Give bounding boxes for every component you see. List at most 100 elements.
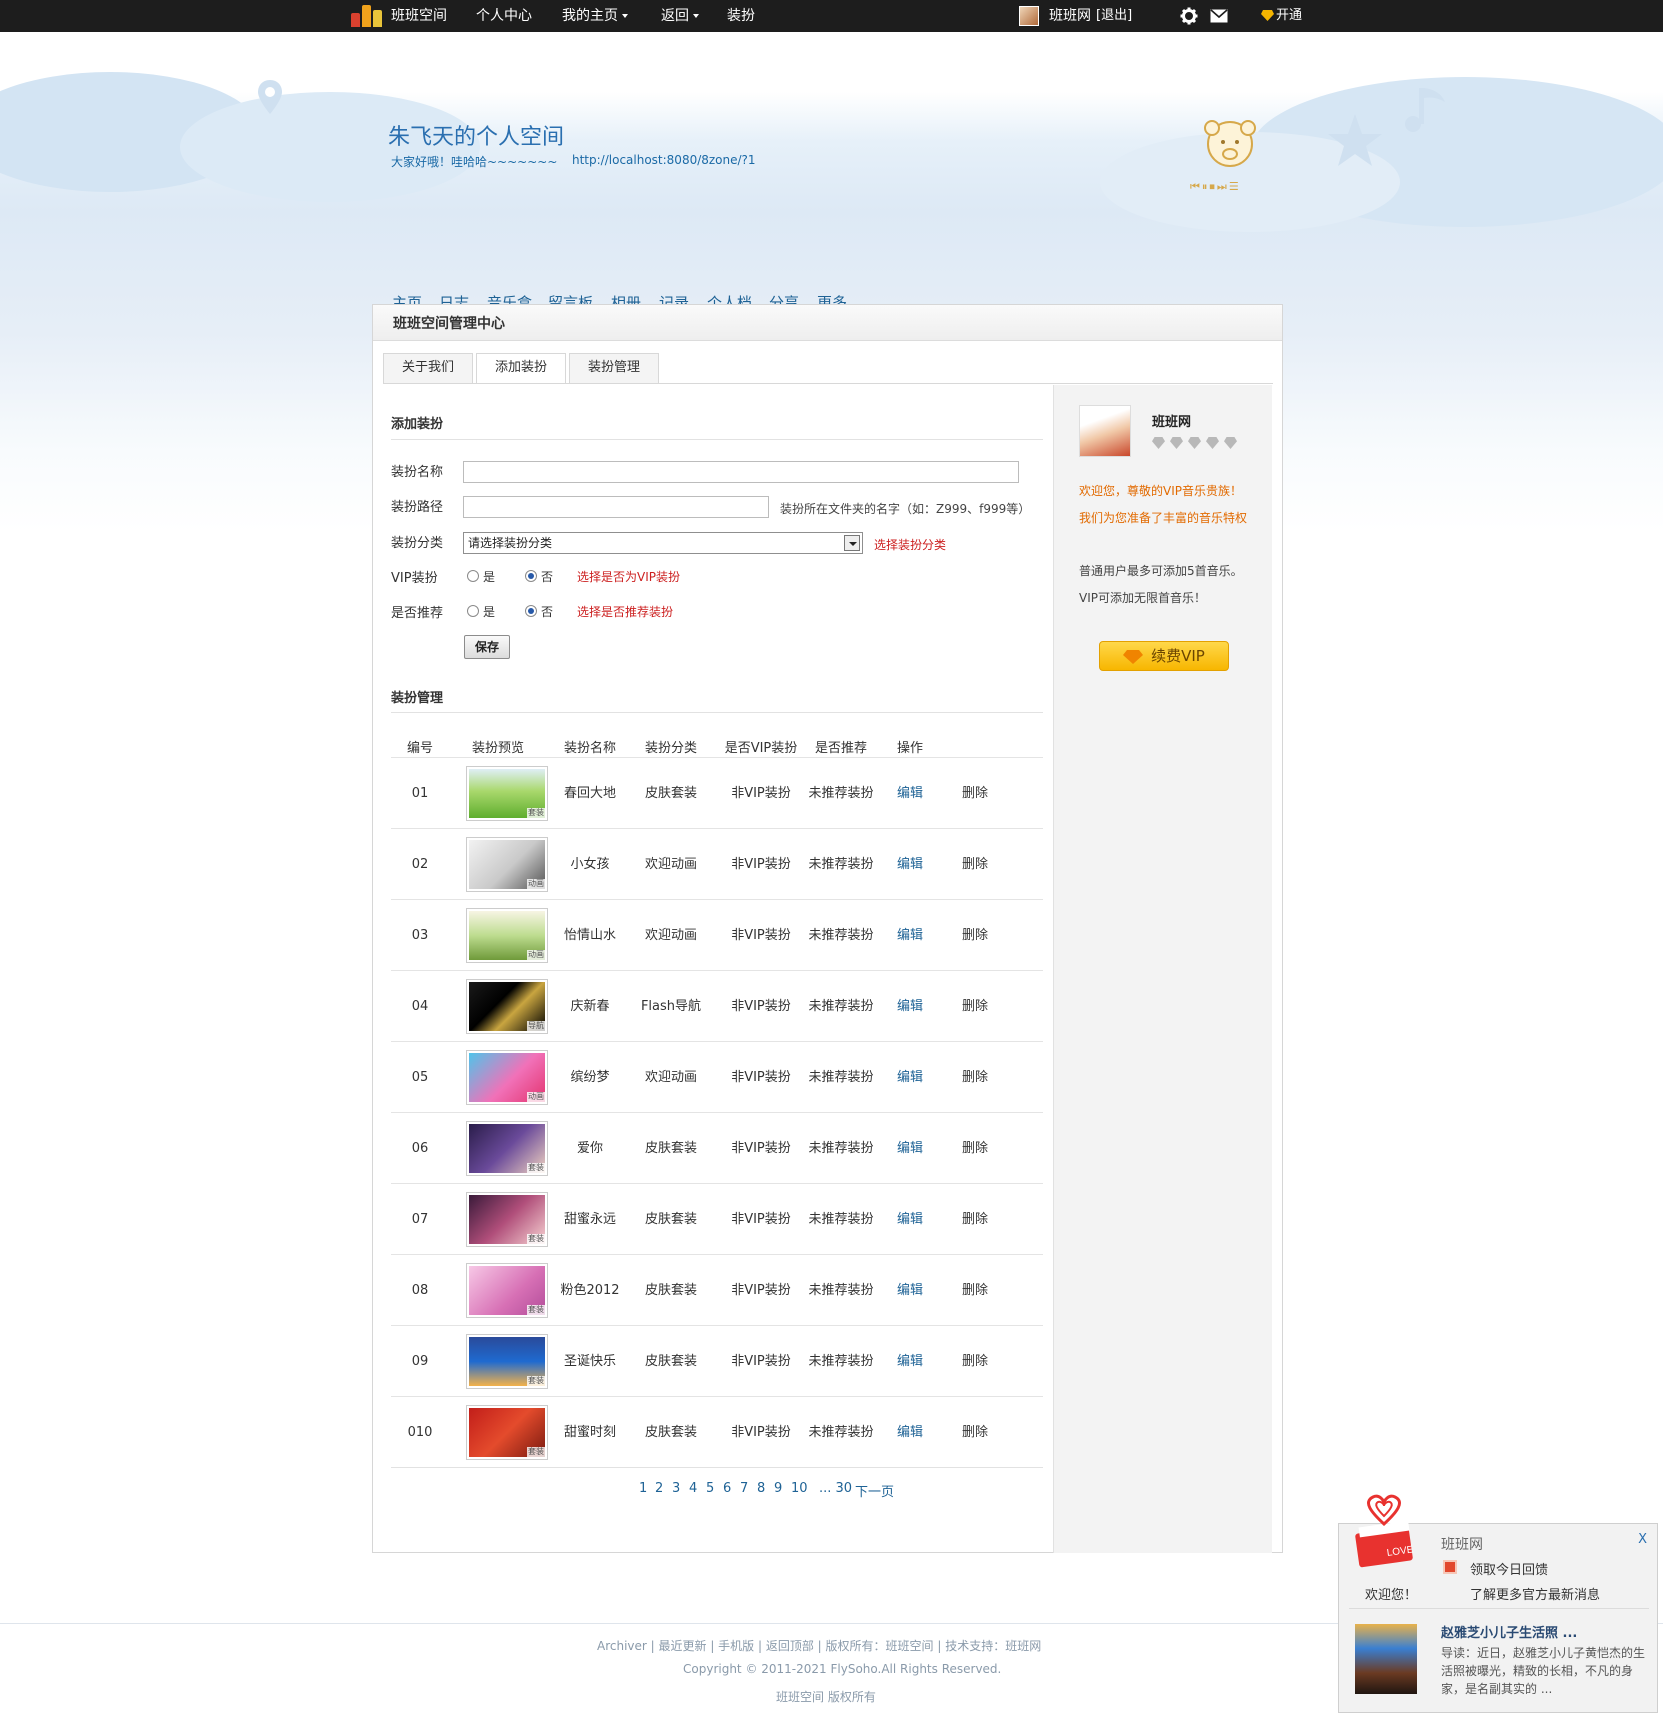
close-icon[interactable]: X: [1638, 1532, 1647, 1547]
delete-link[interactable]: 删除: [939, 1113, 1011, 1184]
page-link[interactable]: 9: [774, 1481, 782, 1496]
edit-link[interactable]: 编辑: [885, 900, 935, 971]
page-link[interactable]: 10: [791, 1481, 808, 1496]
settings-button[interactable]: [1180, 0, 1198, 32]
dress-preview[interactable]: 套装: [466, 1121, 548, 1176]
level-diamonds: [1152, 437, 1242, 451]
music-note-icon: [1405, 88, 1445, 132]
dress-name: 圣诞快乐: [563, 1354, 616, 1369]
nav-back[interactable]: 返回: [661, 0, 699, 32]
music-player: ⏮⏸⏹⏭☰: [1190, 116, 1270, 196]
dress-path-input[interactable]: [463, 496, 769, 518]
dress-preview[interactable]: 套装: [466, 1263, 548, 1318]
edit-link[interactable]: 编辑: [885, 829, 935, 900]
recommend-label: 是否推荐: [391, 606, 444, 621]
diamond-icon: [1123, 649, 1144, 664]
gear-icon: [1180, 7, 1198, 25]
playlist-icon[interactable]: ☰: [1229, 180, 1241, 193]
tab-add-dress[interactable]: 添加装扮: [476, 353, 566, 384]
footer-links[interactable]: Archiver | 最近更新 | 手机版 | 返回顶部 | 版权所有：班班空间…: [597, 1637, 1041, 1654]
delete-link[interactable]: 删除: [939, 1042, 1011, 1113]
recommend-status: 未推荐装扮: [808, 786, 874, 801]
user-link[interactable]: 班班网: [1019, 0, 1091, 32]
dress-preview[interactable]: 套装: [466, 766, 548, 821]
dress-preview[interactable]: 动画: [466, 1050, 548, 1105]
tab-dress-manage[interactable]: 装扮管理: [569, 353, 659, 383]
popup-title: 班班网: [1441, 1537, 1483, 1553]
delete-link[interactable]: 删除: [939, 1255, 1011, 1326]
edit-link[interactable]: 编辑: [885, 758, 935, 829]
recommend-yes-label: 是: [483, 605, 496, 619]
dress-name: 庆新春: [570, 999, 610, 1014]
page-link[interactable]: 4: [689, 1481, 697, 1496]
popup-divider: [1349, 1608, 1649, 1609]
page-link[interactable]: 5: [706, 1481, 714, 1496]
dress-preview[interactable]: 套装: [466, 1405, 548, 1460]
dress-preview[interactable]: 动画: [466, 837, 548, 892]
delete-link[interactable]: 删除: [939, 900, 1011, 971]
sidebar-username[interactable]: 班班网: [1152, 411, 1191, 430]
page-link[interactable]: 8: [757, 1481, 765, 1496]
delete-link[interactable]: 删除: [939, 758, 1011, 829]
official-news-link[interactable]: 了解更多官方最新消息: [1470, 1584, 1600, 1603]
preview-tag: 套装: [527, 1447, 545, 1457]
delete-link[interactable]: 删除: [939, 829, 1011, 900]
preview-image: 套装: [469, 1195, 545, 1244]
dress-preview[interactable]: 动画: [466, 908, 548, 963]
edit-link[interactable]: 编辑: [885, 1113, 935, 1184]
dress-preview[interactable]: 套装: [466, 1334, 548, 1389]
tab-about-us[interactable]: 关于我们: [383, 353, 473, 383]
dress-name: 怡情山水: [563, 928, 616, 943]
edit-link[interactable]: 编辑: [885, 1397, 935, 1468]
page-link[interactable]: ... 30: [819, 1481, 852, 1496]
recommend-yes-radio[interactable]: [467, 605, 479, 617]
vip-note: VIP可添加无限首音乐！: [1079, 591, 1206, 605]
category-select[interactable]: 请选择装扮分类: [463, 532, 863, 554]
dress-preview[interactable]: 套装: [466, 1192, 548, 1247]
top-bar: 班班空间 个人中心 我的主页 返回 装扮 班班网 [退出] 开通: [0, 0, 1663, 32]
dress-name-input[interactable]: [463, 461, 1019, 483]
dress-preview[interactable]: 导航: [466, 979, 548, 1034]
previous-track-icon[interactable]: ⏮: [1190, 180, 1202, 193]
nav-personal-center[interactable]: 个人中心: [476, 0, 532, 32]
delete-link[interactable]: 删除: [939, 1184, 1011, 1255]
edit-link[interactable]: 编辑: [885, 1255, 935, 1326]
avatar[interactable]: [1079, 405, 1131, 457]
edit-link[interactable]: 编辑: [885, 1042, 935, 1113]
edit-link[interactable]: 编辑: [885, 1184, 935, 1255]
renew-vip-button[interactable]: 续费VIP: [1099, 641, 1229, 671]
message-button[interactable]: [1210, 0, 1228, 32]
news-title[interactable]: 赵雅芝小儿子生活照 ...: [1441, 1622, 1577, 1641]
delete-link[interactable]: 删除: [939, 1397, 1011, 1468]
save-button[interactable]: 保存: [464, 635, 510, 659]
open-vip-link[interactable]: 开通: [1261, 0, 1302, 32]
dress-name: 粉色2012: [560, 1283, 620, 1298]
delete-link[interactable]: 删除: [939, 971, 1011, 1042]
page-link[interactable]: 1: [639, 1481, 647, 1496]
recommend-no-radio[interactable]: [525, 605, 537, 617]
news-photo[interactable]: [1355, 1624, 1417, 1694]
vip-yes-radio[interactable]: [467, 570, 479, 582]
logo-link[interactable]: 班班空间: [351, 0, 447, 32]
page-link[interactable]: 3: [672, 1481, 680, 1496]
stop-icon[interactable]: ⏹: [1209, 180, 1217, 193]
page-link[interactable]: 6: [723, 1481, 731, 1496]
delete-link[interactable]: 删除: [939, 1326, 1011, 1397]
claim-gift-link[interactable]: 领取今日回馈: [1470, 1559, 1548, 1578]
page-link[interactable]: 7: [740, 1481, 748, 1496]
vip-no-radio[interactable]: [525, 570, 537, 582]
open-vip-label: 开通: [1276, 8, 1303, 23]
next-track-icon[interactable]: ⏭: [1217, 180, 1229, 193]
username: 班班网: [1049, 8, 1091, 24]
space-url[interactable]: http://localhost:8080/8zone/?1: [572, 153, 756, 167]
category-hint: 选择装扮分类: [874, 538, 947, 552]
nav-my-homepage[interactable]: 我的主页: [562, 0, 628, 32]
page-link[interactable]: 2: [655, 1481, 663, 1496]
edit-link[interactable]: 编辑: [885, 1326, 935, 1397]
next-page-link[interactable]: 下一页: [855, 1481, 894, 1500]
edit-link[interactable]: 编辑: [885, 971, 935, 1042]
nav-dress-up[interactable]: 装扮: [727, 0, 755, 32]
logout-link[interactable]: [退出]: [1096, 0, 1132, 32]
table-row: 03 怡情山水 欢迎动画 非VIP装扮 未推荐装扮 编辑 删除 动画: [391, 899, 1043, 970]
preview-image: 导航: [469, 982, 545, 1031]
